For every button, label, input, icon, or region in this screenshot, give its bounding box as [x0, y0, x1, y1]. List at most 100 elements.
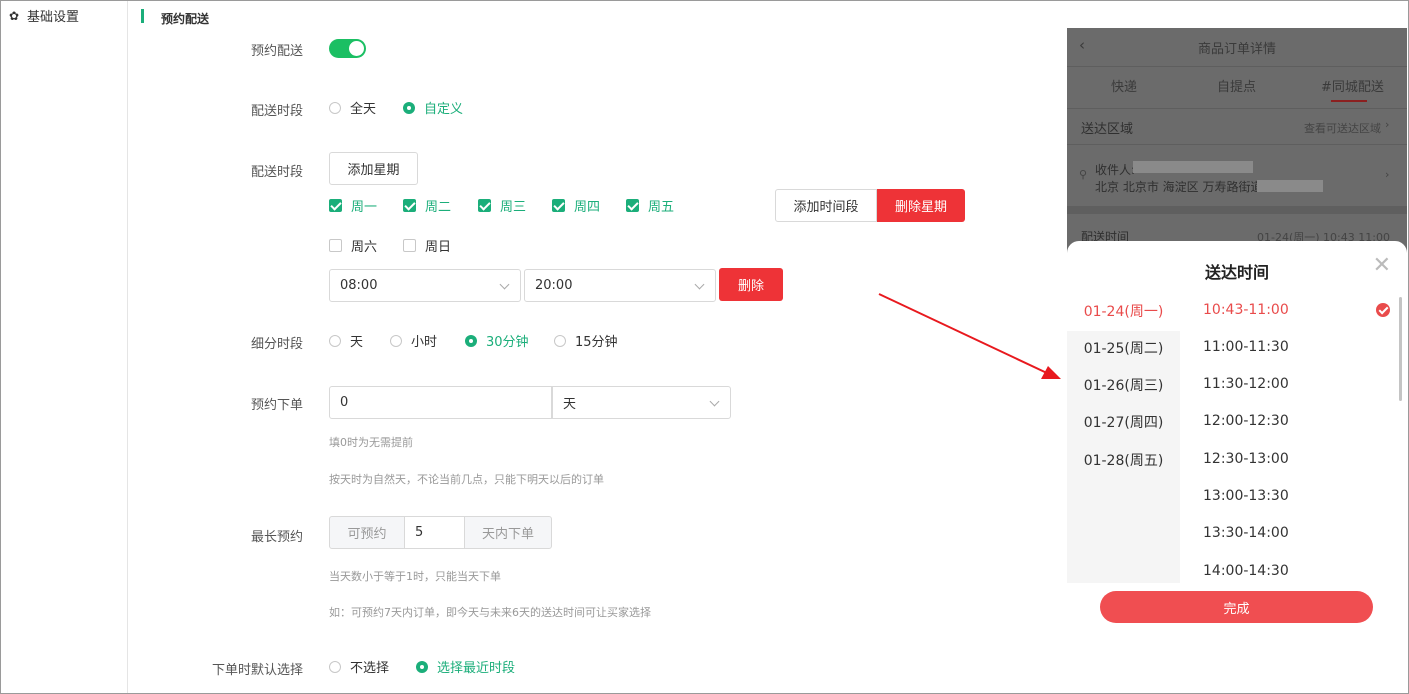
tab-pickup[interactable]: 自提点: [1217, 76, 1256, 95]
slot-item-2[interactable]: 11:30-12:00: [1203, 376, 1289, 392]
radio-custom[interactable]: 自定义: [403, 98, 463, 117]
day-checkbox-tue[interactable]: 周二: [403, 196, 451, 215]
radio-nearest-slot[interactable]: 选择最近时段: [416, 657, 515, 676]
divider: [1067, 144, 1407, 145]
checkbox-label: 周二: [425, 200, 452, 215]
date-item-3[interactable]: 01-27(周四): [1067, 405, 1180, 442]
max-days-hint-1: 当天数小于等于1时，只能当天下单: [329, 570, 501, 583]
checkbox-label: 周五: [648, 200, 675, 215]
add-week-button[interactable]: 添加星期: [329, 152, 418, 185]
dimmed-page: [1067, 28, 1407, 253]
slot-item-4[interactable]: 12:30-13:00: [1203, 451, 1289, 467]
radio-30min[interactable]: 30分钟: [465, 331, 529, 350]
radio-no-select[interactable]: 不选择: [329, 657, 389, 676]
radio-dot: [329, 101, 341, 114]
add-time-button[interactable]: 添加时间段: [775, 189, 877, 222]
advance-unit-select[interactable]: 天: [552, 386, 731, 419]
end-time-select[interactable]: 20:00: [524, 269, 716, 302]
checkbox-box: [403, 199, 416, 212]
toggle-knob: [349, 41, 364, 56]
day-checkbox-fri[interactable]: 周五: [626, 196, 674, 215]
radio-label: 天: [350, 335, 364, 350]
radio-label: 小时: [411, 335, 438, 350]
radio-label: 全天: [350, 102, 377, 117]
radio-label: 自定义: [424, 102, 464, 117]
start-time-select[interactable]: 08:00: [329, 269, 521, 302]
sidebar-item-basic-settings[interactable]: ✿ 基础设置: [9, 6, 80, 26]
location-pin-icon: ⚲: [1079, 168, 1088, 181]
slot-item-7[interactable]: 14:00-14:30: [1203, 563, 1289, 579]
address-text: 北京 北京市 海淀区 万寿路街道: [1095, 180, 1263, 194]
radio-label: 选择最近时段: [437, 661, 516, 676]
radio-dot: [390, 334, 402, 347]
day-checkbox-wed[interactable]: 周三: [478, 196, 526, 215]
checkbox-label: 周一: [351, 200, 378, 215]
date-item-4[interactable]: 01-28(周五): [1067, 442, 1180, 480]
slot-item-5[interactable]: 13:00-13:30: [1203, 488, 1289, 504]
day-checkbox-sat[interactable]: 周六: [329, 236, 377, 255]
active-tab-indicator: [1331, 100, 1367, 102]
app-frame: ✿ 基础设置 预约配送 预约配送 配送时段 全天 自定义 配送时段 添加星期 周…: [0, 0, 1409, 694]
slot-item-1[interactable]: 11:00-11:30: [1203, 339, 1289, 355]
input-value: 5: [415, 525, 424, 540]
area-link[interactable]: 查看可送达区域: [1304, 120, 1381, 136]
slot-item-6[interactable]: 13:30-14:00: [1203, 525, 1289, 541]
chevron-down-icon: [709, 396, 720, 407]
checkbox-box: [329, 239, 342, 252]
select-value: 08:00: [340, 278, 378, 293]
enable-toggle[interactable]: [329, 39, 366, 58]
delivery-time-sheet: 送达时间 ✕ 01-24(周一) 01-25(周二) 01-26(周三) 01-…: [1067, 241, 1407, 693]
sidebar-item-label: 基础设置: [27, 10, 80, 25]
date-item-0[interactable]: 01-24(周一): [1067, 293, 1180, 331]
arrow-shaft: [878, 293, 1050, 375]
periods-label: 配送时段: [250, 165, 303, 180]
radio-all-day[interactable]: 全天: [329, 98, 376, 117]
max-days-input[interactable]: 5: [404, 516, 465, 549]
day-checkbox-thu[interactable]: 周四: [552, 196, 600, 215]
checkbox-box: [329, 199, 342, 212]
date-item-2[interactable]: 01-26(周三): [1067, 368, 1180, 405]
slot-item-3[interactable]: 12:00-12:30: [1203, 413, 1289, 429]
radio-day[interactable]: 天: [329, 331, 363, 350]
radio-dot: [329, 334, 341, 347]
sheet-title: 送达时间: [1204, 263, 1269, 282]
select-value: 天: [563, 397, 577, 412]
checkbox-label: 周三: [500, 200, 527, 215]
time-mode-label: 配送时段: [250, 104, 303, 119]
max-days-hint-2: 如：可预约7天内订单，即今天与未来6天的送达时间可让买家选择: [329, 606, 651, 619]
radio-dot: [465, 334, 477, 347]
blurred-address: [1257, 180, 1323, 192]
radio-dot: [403, 101, 415, 114]
scrollbar[interactable]: [1399, 297, 1402, 401]
checkbox-box: [626, 199, 639, 212]
done-button[interactable]: 完成: [1100, 591, 1373, 623]
gear-icon: ✿: [9, 8, 20, 23]
radio-label: 15分钟: [575, 335, 618, 350]
date-item-1[interactable]: 01-25(周二): [1067, 331, 1180, 368]
advance-input[interactable]: 0: [329, 386, 552, 419]
sidebar: ✿ 基础设置: [1, 1, 128, 693]
delete-time-button[interactable]: 删除: [719, 268, 783, 301]
tab-local-delivery[interactable]: #同城配送: [1321, 76, 1384, 95]
check-circle-icon: [1376, 303, 1390, 317]
phone-title: 商品订单详情: [1197, 42, 1276, 57]
advance-hint-1: 填0时为无需提前: [329, 436, 413, 449]
checkbox-box: [478, 199, 491, 212]
checkbox-label: 周日: [425, 240, 452, 255]
tab-express[interactable]: 快递: [1111, 76, 1137, 95]
delete-week-button[interactable]: 删除星期: [877, 189, 965, 222]
slot-item-0[interactable]: 10:43-11:00: [1203, 302, 1289, 318]
close-icon[interactable]: ✕: [1373, 253, 1391, 278]
max-days-suffix: 天内下单: [464, 516, 552, 549]
checkbox-box: [403, 239, 416, 252]
day-checkbox-mon[interactable]: 周一: [329, 196, 377, 215]
radio-15min[interactable]: 15分钟: [554, 331, 618, 350]
checkbox-label: 周六: [351, 240, 378, 255]
radio-hour[interactable]: 小时: [390, 331, 437, 350]
radio-label: 不选择: [350, 661, 390, 676]
checkbox-label: 周四: [574, 200, 601, 215]
day-checkbox-sun[interactable]: 周日: [403, 236, 451, 255]
date-list: 01-24(周一) 01-25(周二) 01-26(周三) 01-27(周四) …: [1067, 293, 1180, 583]
granularity-label: 细分时段: [250, 337, 303, 352]
input-value: 0: [340, 395, 349, 410]
